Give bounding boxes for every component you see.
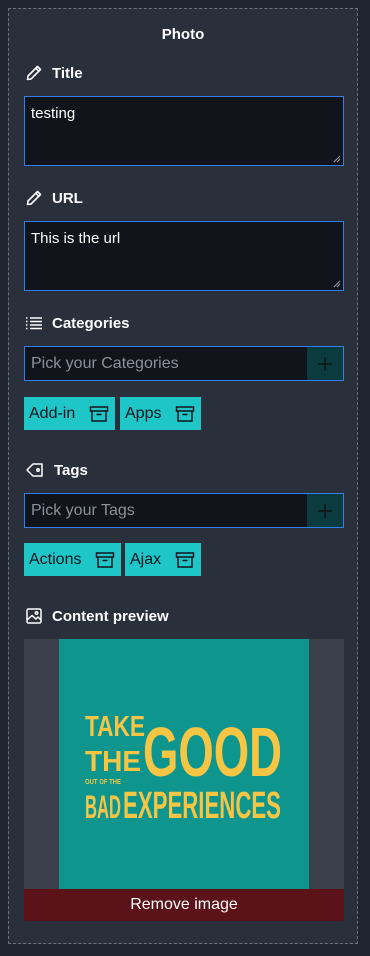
resize-grip-icon[interactable] bbox=[333, 155, 341, 163]
title-label-text: Title bbox=[52, 64, 83, 82]
url-textarea[interactable]: This is the url bbox=[24, 221, 344, 291]
list-icon bbox=[25, 314, 43, 332]
pencil-icon bbox=[25, 64, 43, 82]
poster-bad: BAD bbox=[85, 789, 121, 825]
add-category-button[interactable] bbox=[307, 347, 343, 380]
category-chip[interactable]: Apps bbox=[120, 397, 202, 430]
chip-label: Add-in bbox=[29, 404, 76, 422]
poster-the: THE bbox=[85, 746, 141, 778]
poster-experiences: EXPERIENCES bbox=[123, 785, 281, 827]
tags-picker: Pick your Tags bbox=[24, 493, 344, 528]
tags-label-text: Tags bbox=[54, 461, 88, 479]
poster-good: GOOD bbox=[143, 713, 282, 791]
add-tag-button[interactable] bbox=[307, 494, 343, 527]
archive-icon[interactable] bbox=[175, 405, 195, 423]
tag-icon bbox=[25, 461, 45, 479]
panel-title: Photo bbox=[161, 26, 205, 43]
preview-image: TAKE THE GOOD OUT OF THE BAD EXPERIENCES bbox=[59, 639, 309, 889]
categories-input[interactable]: Pick your Categories bbox=[25, 347, 307, 380]
poster-take: TAKE bbox=[85, 711, 145, 743]
resize-grip-icon[interactable] bbox=[333, 280, 341, 288]
content-preview: TAKE THE GOOD OUT OF THE BAD EXPERIENCES bbox=[24, 639, 344, 889]
title-label: Title bbox=[25, 63, 83, 83]
plus-icon bbox=[318, 503, 332, 518]
title-value: testing bbox=[31, 105, 76, 122]
archive-icon[interactable] bbox=[95, 551, 115, 569]
content-preview-label-text: Content preview bbox=[52, 607, 169, 625]
url-label-text: URL bbox=[52, 189, 83, 207]
chip-label: Ajax bbox=[130, 550, 162, 568]
title-textarea[interactable]: testing bbox=[24, 96, 344, 166]
chip-label: Actions bbox=[29, 550, 82, 568]
archive-icon[interactable] bbox=[89, 405, 109, 423]
categories-label: Categories bbox=[25, 313, 130, 333]
poster-out-of-the: OUT OF THE bbox=[85, 779, 121, 786]
archive-icon[interactable] bbox=[175, 551, 195, 569]
tag-chip[interactable]: Ajax bbox=[125, 543, 202, 576]
content-preview-label: Content preview bbox=[25, 606, 169, 626]
categories-label-text: Categories bbox=[52, 314, 130, 332]
url-label: URL bbox=[25, 188, 83, 208]
remove-image-button[interactable]: Remove image bbox=[24, 889, 344, 921]
categories-picker: Pick your Categories bbox=[24, 346, 344, 381]
tags-input[interactable]: Pick your Tags bbox=[25, 494, 307, 527]
url-value: This is the url bbox=[31, 230, 121, 247]
chip-label: Apps bbox=[125, 404, 162, 422]
plus-icon bbox=[318, 356, 332, 371]
pencil-icon bbox=[25, 189, 43, 207]
photo-panel: Photo Title testing URL This is the url bbox=[8, 8, 358, 944]
image-icon bbox=[25, 607, 43, 625]
category-chip[interactable]: Add-in bbox=[24, 397, 116, 430]
tag-chip[interactable]: Actions bbox=[24, 543, 122, 576]
tags-label: Tags bbox=[25, 460, 88, 480]
